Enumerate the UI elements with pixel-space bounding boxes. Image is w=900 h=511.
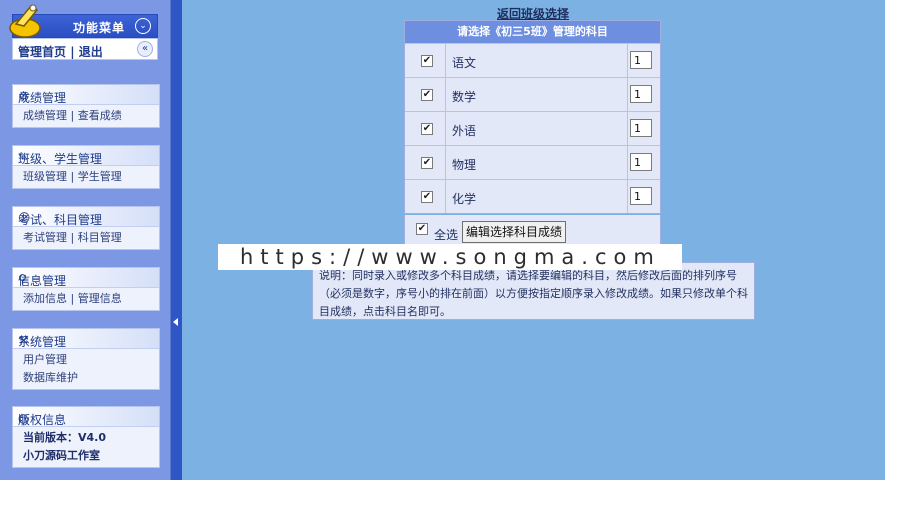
studio-text: 小刀源码工作室 bbox=[23, 449, 100, 462]
subject-management-link[interactable]: 科目管理 bbox=[78, 231, 122, 244]
subject-name-link[interactable]: 数学 bbox=[452, 88, 476, 105]
group-copyright: 版权信息 ◍ 当前版本：V4.0 小刀源码工作室 bbox=[12, 406, 160, 468]
home-row: 管理首页 | 退出 « bbox=[12, 38, 158, 60]
subject-name-link[interactable]: 化学 bbox=[452, 190, 476, 207]
manage-info-link[interactable]: 管理信息 bbox=[78, 292, 122, 305]
table-row: ✔ 化学 bbox=[405, 179, 660, 213]
order-input[interactable] bbox=[630, 119, 652, 137]
globe-icon: ◍ bbox=[18, 411, 29, 425]
subject-name-link[interactable]: 语文 bbox=[452, 54, 476, 71]
student-management-link[interactable]: 学生管理 bbox=[78, 170, 122, 183]
score-management-link[interactable]: 成绩管理 bbox=[23, 109, 67, 122]
table-row: ✔ 语文 bbox=[405, 43, 660, 77]
user-management-link[interactable]: 用户管理 bbox=[23, 351, 159, 369]
add-info-link[interactable]: 添加信息 bbox=[23, 292, 67, 305]
table-row: ✔ 外语 bbox=[405, 111, 660, 145]
table-header: 请选择《初三5班》管理的科目 bbox=[405, 21, 660, 43]
search-icon: ⚲ bbox=[18, 272, 27, 286]
double-chevron-left-icon[interactable]: « bbox=[137, 41, 153, 57]
table-actions: ✔ 全选 编辑选择科目成绩 bbox=[404, 215, 661, 245]
select-all-label: 全选 bbox=[434, 228, 459, 242]
order-input[interactable] bbox=[630, 85, 652, 103]
subject-checkbox[interactable]: ✔ bbox=[421, 55, 433, 67]
order-input[interactable] bbox=[630, 187, 652, 205]
database-maintenance-link[interactable]: 数据库维护 bbox=[23, 369, 159, 387]
subject-checkbox[interactable]: ✔ bbox=[421, 157, 433, 169]
edit-icon: ✎ bbox=[18, 150, 29, 164]
order-input[interactable] bbox=[630, 153, 652, 171]
select-all-checkbox[interactable]: ✔ bbox=[416, 223, 428, 235]
view-scores-link[interactable]: 查看成绩 bbox=[78, 109, 122, 122]
subject-checkbox[interactable]: ✔ bbox=[421, 89, 433, 101]
watermark-banner: https://www.songma.com bbox=[218, 244, 682, 270]
edit-selected-scores-button[interactable]: 编辑选择科目成绩 bbox=[462, 221, 567, 243]
subject-checkbox[interactable]: ✔ bbox=[421, 191, 433, 203]
group-score-management: 成绩管理 ⚙ 成绩管理 | 查看成绩 bbox=[12, 84, 160, 128]
collapse-left-icon[interactable] bbox=[173, 318, 178, 326]
link-separator: | bbox=[70, 45, 75, 59]
group-class-student: 班级、学生管理 ✎ 班级管理 | 学生管理 bbox=[12, 145, 160, 189]
logo-icon bbox=[9, 4, 41, 38]
user-icon: ☺ bbox=[18, 211, 31, 225]
class-management-link[interactable]: 班级管理 bbox=[23, 170, 67, 183]
instructions-note: 说明：同时录入或修改多个科目成绩，请选择要编辑的科目，然后修改后面的排列序号（必… bbox=[312, 262, 755, 320]
table-row: ✔ 数学 bbox=[405, 77, 660, 111]
tools-icon: ⚒ bbox=[18, 333, 29, 347]
sidebar: 功能菜单 ⌄ 管理首页 | 退出 « 成绩管理 ⚙ 成绩管理 | 查看成绩 班级… bbox=[0, 0, 171, 480]
watermark-text: https://www.songma.com bbox=[240, 245, 661, 269]
order-input[interactable] bbox=[630, 51, 652, 69]
menu-title: 功能菜单 bbox=[73, 21, 126, 35]
exam-management-link[interactable]: 考试管理 bbox=[23, 231, 67, 244]
collapse-menu-icon[interactable]: ⌄ bbox=[135, 18, 151, 34]
subject-name-link[interactable]: 物理 bbox=[452, 156, 476, 173]
logout-link[interactable]: 退出 bbox=[79, 45, 103, 59]
version-text: 当前版本：V4.0 bbox=[23, 431, 106, 444]
group-exam-subject: 考试、科目管理 ☺ 考试管理 | 科目管理 bbox=[12, 206, 160, 250]
home-link[interactable]: 管理首页 bbox=[18, 45, 66, 59]
sidebar-splitter[interactable] bbox=[171, 0, 182, 480]
app-window: 功能菜单 ⌄ 管理首页 | 退出 « 成绩管理 ⚙ 成绩管理 | 查看成绩 班级… bbox=[0, 0, 900, 511]
group-info-management: 信息管理 ⚲ 添加信息 | 管理信息 bbox=[12, 267, 160, 311]
table-row: ✔ 物理 bbox=[405, 145, 660, 179]
note-text: 说明：同时录入或修改多个科目成绩，请选择要编辑的科目，然后修改后面的排列序号（必… bbox=[319, 269, 748, 318]
subject-name-link[interactable]: 外语 bbox=[452, 122, 476, 139]
subject-checkbox[interactable]: ✔ bbox=[421, 123, 433, 135]
subject-table: 请选择《初三5班》管理的科目 ✔ 语文 ✔ 数学 ✔ 外语 ✔ 物理 ✔ 化学 bbox=[404, 20, 661, 214]
group-system-management: 系统管理 ⚒ 用户管理 数据库维护 bbox=[12, 328, 160, 390]
settings-icon: ⚙ bbox=[18, 89, 29, 103]
